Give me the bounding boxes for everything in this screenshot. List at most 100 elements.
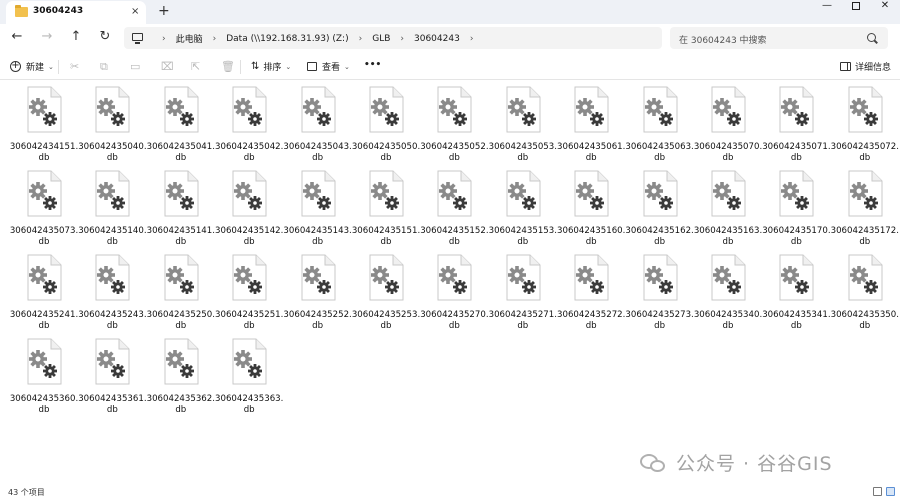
new-label: 新建 [26, 63, 45, 73]
file-item[interactable]: 306042435143. db [283, 168, 352, 254]
file-item[interactable]: 306042435272. db [557, 252, 625, 338]
file-item[interactable]: 306042435151. db [352, 168, 420, 254]
address-bar[interactable]: › 此电脑 › Data (\\192.168.31.93) (Z:) › GLB › 306… [124, 27, 662, 49]
file-item[interactable]: 306042435270. db [420, 252, 489, 338]
file-name-line1: 306042435172. [830, 226, 899, 236]
file-item[interactable]: 306042435061. db [557, 84, 625, 170]
search-input[interactable]: 在 30604243 中搜索 [670, 27, 888, 49]
breadcrumb-item[interactable]: GLB [372, 34, 390, 44]
file-item[interactable]: 306042435053. db [489, 84, 557, 170]
file-name-line2: db [38, 153, 50, 163]
file-item[interactable]: 306042435141. db [147, 168, 215, 254]
tab-close-button[interactable]: × [131, 6, 139, 17]
wechat-icon [640, 452, 668, 474]
chevron-right-icon[interactable]: › [213, 34, 217, 44]
file-item[interactable]: 306042435040. db [78, 84, 147, 170]
paste-icon[interactable]: ▭ [130, 60, 140, 73]
file-item[interactable]: 306042435163. db [694, 168, 762, 254]
file-name-line1: 306042435360. [9, 394, 79, 404]
file-item[interactable]: 306042435162. db [625, 168, 694, 254]
file-name-line2: db [585, 321, 597, 331]
file-item[interactable]: 306042435070. db [694, 84, 762, 170]
file-item[interactable]: 306042435041. db [147, 84, 215, 170]
file-item[interactable]: 306042435063. db [625, 84, 694, 170]
file-name: 306042435251. db [211, 310, 287, 332]
file-name: 306042435163. db [690, 226, 766, 248]
file-item[interactable]: 306042435140. db [78, 168, 147, 254]
copy-icon[interactable]: ⧉ [100, 60, 108, 74]
maximize-button[interactable] [841, 0, 871, 12]
rename-icon[interactable]: ⌧ [161, 60, 174, 73]
chevron-right-icon[interactable]: › [400, 34, 404, 44]
file-item[interactable]: 306042435160. db [557, 168, 625, 254]
file-item[interactable]: 306042435361. db [78, 336, 147, 422]
file-item[interactable]: 306042435350. db [831, 252, 899, 338]
file-name: 306042435142. db [211, 226, 287, 248]
file-item[interactable]: 306042435250. db [147, 252, 215, 338]
cut-icon[interactable]: ✂ [70, 60, 79, 73]
file-item[interactable]: 306042435340. db [694, 252, 762, 338]
chevron-right-icon[interactable]: › [470, 34, 474, 44]
up-button[interactable]: ↑ [68, 29, 84, 44]
share-icon[interactable]: ⇱ [191, 60, 200, 73]
refresh-button[interactable]: ↻ [97, 29, 113, 44]
file-item[interactable]: 306042435253. db [352, 252, 420, 338]
back-button[interactable]: ← [9, 29, 25, 44]
file-item[interactable]: 306042435170. db [762, 168, 831, 254]
file-item[interactable]: 306042435271. db [489, 252, 557, 338]
file-item[interactable]: 306042435243. db [78, 252, 147, 338]
file-item[interactable]: 306042435142. db [215, 168, 283, 254]
file-name: 306042435273. db [622, 310, 698, 332]
computer-icon [132, 33, 143, 44]
file-item[interactable]: 306042435072. db [831, 84, 899, 170]
icons-view-toggle[interactable] [886, 487, 895, 496]
file-item[interactable]: 306042435152. db [420, 168, 489, 254]
view-button[interactable]: 查看 ⌄ [307, 60, 350, 73]
file-item[interactable]: 306042435050. db [352, 84, 420, 170]
file-name: 306042435341. db [758, 310, 834, 332]
settings-file-icon [24, 86, 64, 134]
file-item[interactable]: 306042435363. db [215, 336, 283, 422]
details-view-toggle[interactable] [873, 487, 882, 496]
file-name-line2: db [380, 153, 392, 163]
file-item[interactable]: 306042434151. db [10, 84, 78, 170]
minimize-button[interactable]: — [812, 0, 842, 12]
file-item[interactable]: 306042435360. db [10, 336, 78, 422]
forward-button[interactable]: → [39, 29, 55, 44]
more-options-button[interactable]: ••• [364, 60, 381, 70]
file-item[interactable]: 306042435341. db [762, 252, 831, 338]
file-item[interactable]: 306042435071. db [762, 84, 831, 170]
new-tab-button[interactable]: + [158, 3, 170, 19]
file-item[interactable]: 306042435043. db [283, 84, 352, 170]
file-name-line1: 306042435250. [146, 310, 215, 320]
file-item[interactable]: 306042435273. db [625, 252, 694, 338]
details-pane-button[interactable]: 详细信息 [840, 60, 891, 73]
delete-icon[interactable]: 🗑 [221, 60, 235, 73]
new-button[interactable]: + 新建 ⌄ [10, 60, 54, 73]
settings-file-icon [776, 170, 816, 218]
file-item[interactable]: 306042435362. db [147, 336, 215, 422]
file-item[interactable]: 306042435042. db [215, 84, 283, 170]
file-name: 306042435050. db [348, 142, 424, 164]
file-name-line2: db [517, 153, 529, 163]
file-name-line2: db [175, 153, 187, 163]
breadcrumb-item[interactable]: 此电脑 [176, 32, 203, 45]
close-window-button[interactable]: ✕ [870, 0, 900, 12]
file-item[interactable]: 306042435241. db [10, 252, 78, 338]
settings-file-icon [24, 254, 64, 302]
chevron-right-icon[interactable]: › [162, 34, 166, 44]
file-item[interactable]: 306042435251. db [215, 252, 283, 338]
breadcrumb-item[interactable]: Data (\\192.168.31.93) (Z:) [226, 34, 348, 44]
file-item[interactable]: 306042435052. db [420, 84, 489, 170]
file-item[interactable]: 306042435252. db [283, 252, 352, 338]
file-item[interactable]: 306042435073. db [10, 168, 78, 254]
tab-current-folder[interactable]: 30604243 × [6, 1, 146, 24]
breadcrumb-item[interactable]: 30604243 [414, 34, 460, 44]
sort-button[interactable]: ⇅ 排序 ⌄ [251, 60, 291, 73]
settings-file-icon [503, 170, 543, 218]
file-item[interactable]: 306042435172. db [831, 168, 899, 254]
chevron-right-icon[interactable]: › [359, 34, 363, 44]
file-name: 306042435170. db [758, 226, 834, 248]
file-name-line1: 306042435253. [351, 310, 421, 320]
file-item[interactable]: 306042435153. db [489, 168, 557, 254]
